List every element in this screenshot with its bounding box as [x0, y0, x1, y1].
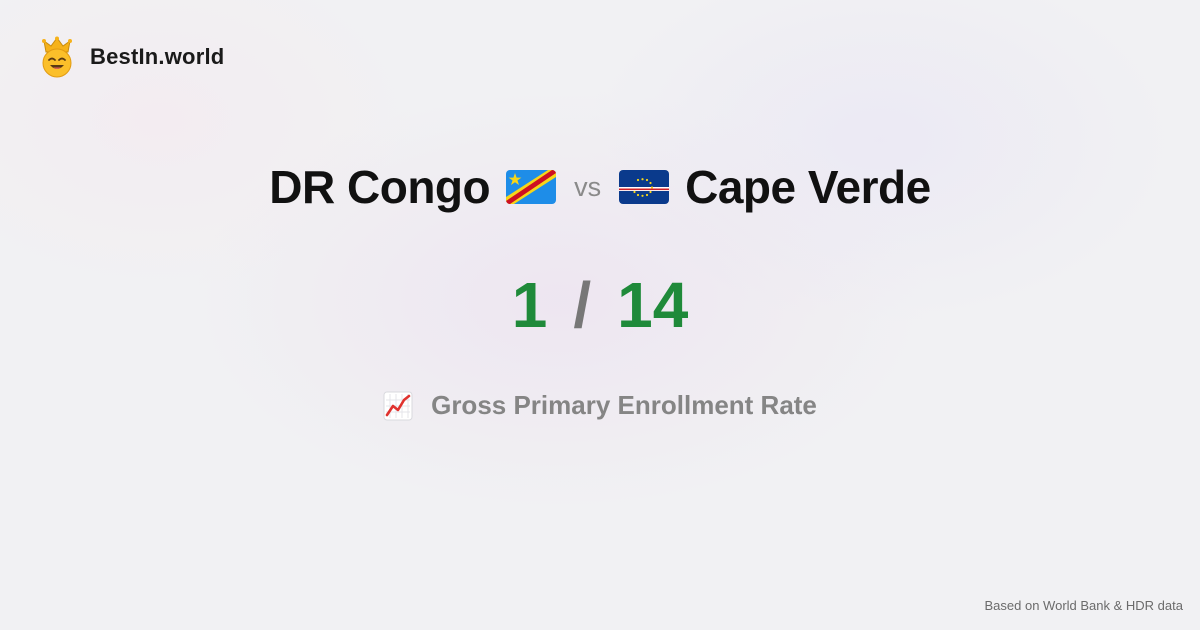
vs-label: vs [574, 171, 602, 202]
right-rank: 14 [617, 269, 689, 341]
metric: Gross Primary Enrollment Rate [0, 390, 1200, 421]
brand-name: BestIn.world [90, 44, 225, 69]
crown-smiley-icon [42, 36, 72, 78]
rank-separator: / [573, 269, 592, 341]
metric-label: Gross Primary Enrollment Rate [431, 390, 817, 420]
flag-dr-congo-icon [506, 170, 557, 204]
rank-comparison: 1 / 14 [0, 268, 1200, 342]
chart-increasing-icon [383, 391, 413, 420]
data-source-note: Based on World Bank & HDR data [984, 598, 1183, 613]
flag-cape-verde-icon [619, 170, 670, 204]
comparison-title: DR Congo vs Cape Verde [0, 160, 1200, 214]
brand[interactable]: BestIn.world [38, 36, 224, 78]
right-country-name: Cape Verde [685, 161, 931, 213]
left-rank: 1 [511, 269, 548, 341]
left-country-name: DR Congo [269, 161, 491, 213]
